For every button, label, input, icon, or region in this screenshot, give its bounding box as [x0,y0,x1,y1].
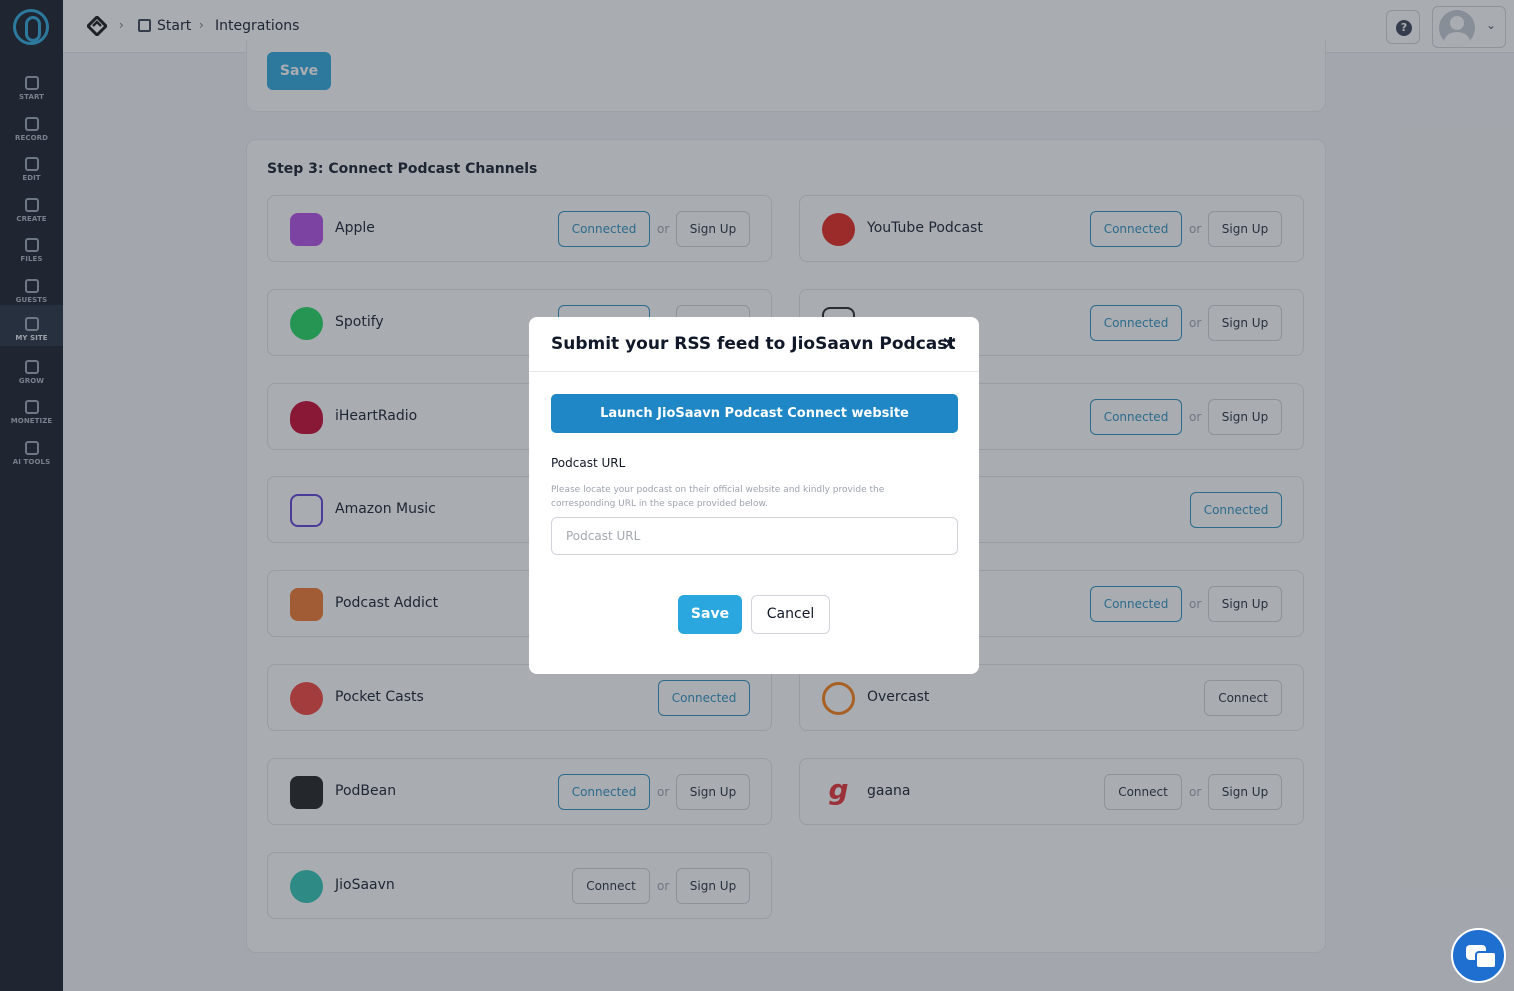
launch-website-button[interactable]: Launch JioSaavn Podcast Connect website [551,394,958,433]
rss-submit-modal: Submit your RSS feed to JioSaavn Podcast… [529,317,979,674]
chat-widget-button[interactable] [1451,928,1506,983]
modal-cancel-button[interactable]: Cancel [751,595,830,634]
podcast-url-label: Podcast URL [551,456,626,470]
podcast-url-input[interactable] [551,517,958,555]
podcast-url-help: Please locate your podcast on their offi… [551,485,885,509]
divider [529,371,979,372]
close-icon[interactable]: × [941,333,958,353]
modal-title: Submit your RSS feed to JioSaavn Podcast [551,334,956,354]
modal-save-button[interactable]: Save [678,595,742,634]
